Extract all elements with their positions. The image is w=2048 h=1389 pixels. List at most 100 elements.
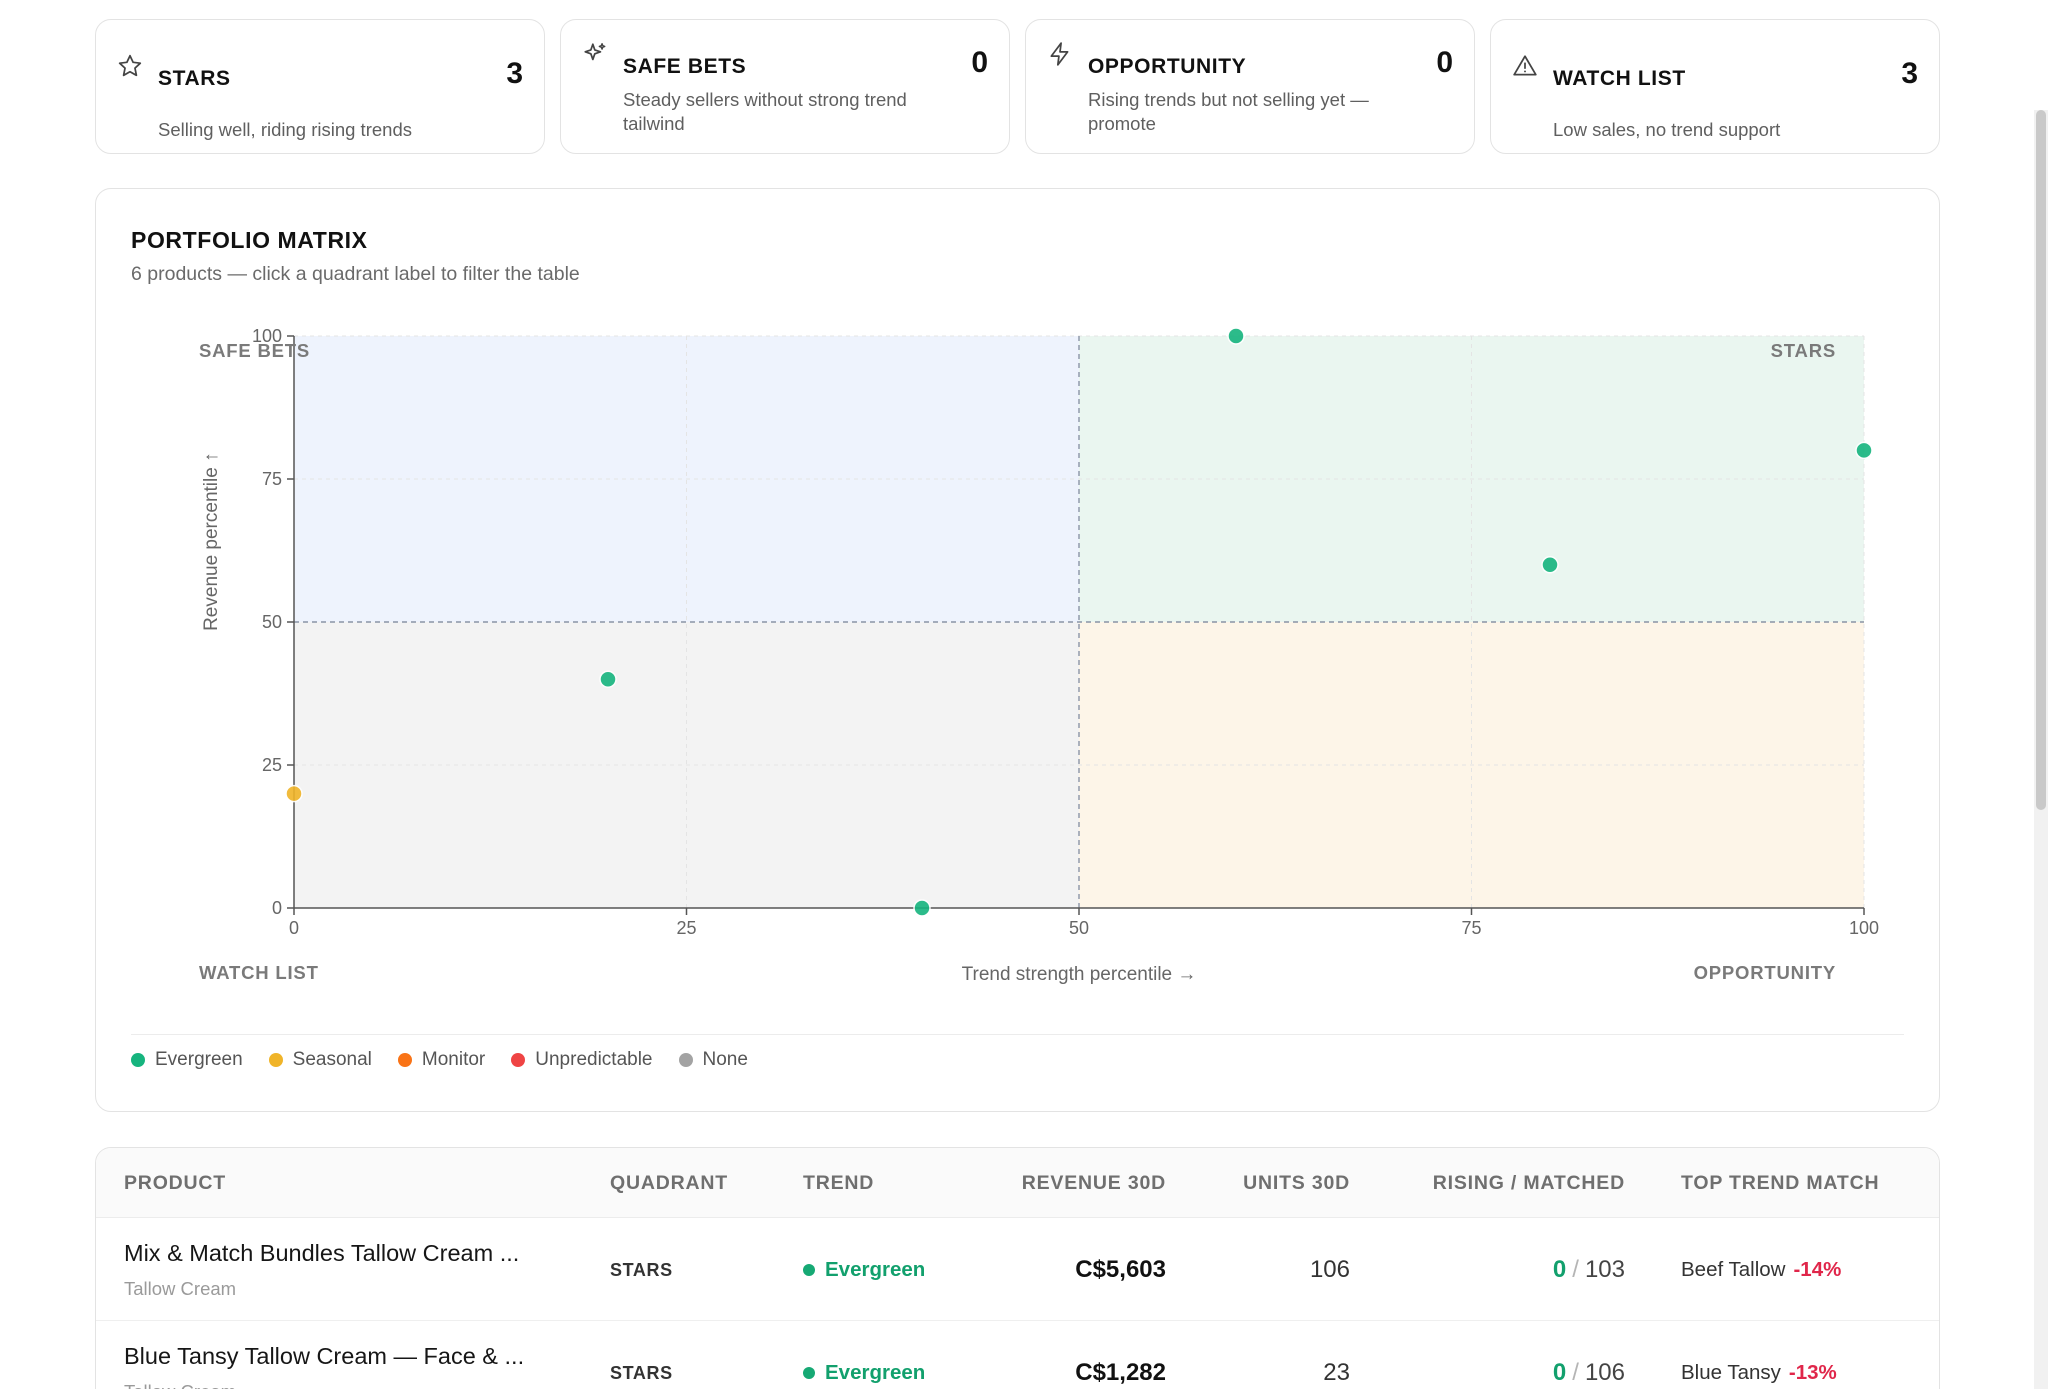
y-tick-label: 75 bbox=[262, 469, 282, 489]
trend-legend: Evergreen Seasonal Monitor Unpredictable Non… bbox=[131, 1049, 748, 1071]
x-axis-label: Trend strength percentile → bbox=[962, 964, 1197, 985]
kpi-card-opportunity[interactable]: OPPORTUNITY Rising trends but not sellin… bbox=[1025, 19, 1475, 154]
x-tick-label: 100 bbox=[1849, 918, 1879, 938]
y-tick-label: 25 bbox=[262, 755, 282, 775]
legend-dot bbox=[397, 1053, 412, 1067]
rising-matched: 0/103 bbox=[1553, 1256, 1625, 1284]
data-point[interactable] bbox=[913, 899, 931, 917]
y-tick-label: 50 bbox=[262, 612, 282, 632]
quadrant-label-stars[interactable]: STARS bbox=[1771, 340, 1836, 361]
column-header-units[interactable]: UNITS 30D bbox=[1243, 1172, 1350, 1195]
quadrant-label: STARS bbox=[610, 1363, 673, 1383]
warning-icon bbox=[1513, 55, 1537, 76]
kpi-card-stars[interactable]: STARS Selling well, riding rising trends… bbox=[95, 19, 545, 154]
revenue-30d: C$5,603 bbox=[1075, 1256, 1166, 1283]
matched-count: 103 bbox=[1584, 1256, 1625, 1283]
legend-item[interactable]: Evergreen bbox=[131, 1049, 243, 1071]
legend-item[interactable]: Seasonal bbox=[268, 1049, 372, 1071]
rising-matched: 0/106 bbox=[1553, 1359, 1625, 1387]
legend-item[interactable]: Unpredictable bbox=[511, 1049, 653, 1071]
star-icon bbox=[118, 54, 142, 77]
page-scrollbar[interactable] bbox=[2034, 110, 2048, 1389]
quadrant-label: STARS bbox=[610, 1260, 673, 1280]
table-row[interactable]: Mix & Match Bundles Tallow Cream ... Tal… bbox=[96, 1218, 1939, 1321]
product-category: Tallow Cream bbox=[124, 1278, 237, 1299]
kpi-count: 0 bbox=[971, 46, 988, 79]
units-30d: 23 bbox=[1323, 1359, 1350, 1386]
kpi-title: WATCH LIST bbox=[1553, 67, 1686, 90]
kpi-description: Selling well, riding rising trends bbox=[158, 119, 412, 140]
column-header-top-trend-match[interactable]: TOP TREND MATCH bbox=[1681, 1172, 1879, 1195]
column-header-product[interactable]: PRODUCT bbox=[124, 1172, 226, 1195]
column-header-revenue[interactable]: REVENUE 30D bbox=[1022, 1172, 1166, 1195]
kpi-count: 3 bbox=[1901, 57, 1918, 90]
column-header-rising-matched[interactable]: RISING / MATCHED bbox=[1433, 1172, 1625, 1195]
kpi-description: Rising trends but not selling yet — prom… bbox=[1088, 89, 1369, 134]
trend-dot bbox=[803, 1367, 815, 1379]
top-trend-match: Blue Tansy -13% bbox=[1681, 1361, 1837, 1385]
data-point[interactable] bbox=[1227, 327, 1245, 345]
kpi-description: Low sales, no trend support bbox=[1553, 119, 1781, 140]
quadrant-summary-cards: STARS Selling well, riding rising trends… bbox=[95, 19, 1940, 154]
scrollbar-thumb[interactable] bbox=[2036, 110, 2046, 810]
legend-label: Unpredictable bbox=[535, 1049, 653, 1070]
trend-label: Evergreen bbox=[825, 1361, 926, 1384]
trend-dot bbox=[803, 1264, 815, 1276]
data-point[interactable] bbox=[285, 784, 303, 803]
matched-count: 106 bbox=[1584, 1359, 1625, 1386]
quadrant-label-safe-bets[interactable]: SAFE BETS bbox=[199, 340, 310, 361]
kpi-card-watch-list[interactable]: WATCH LIST Low sales, no trend support 3 bbox=[1490, 19, 1940, 154]
match-change: -13% bbox=[1788, 1361, 1837, 1384]
x-tick-label: 0 bbox=[289, 918, 299, 938]
product-name[interactable]: Mix & Match Bundles Tallow Cream ... bbox=[124, 1240, 519, 1267]
trend-status: Evergreen bbox=[803, 1361, 925, 1385]
table-row[interactable]: Blue Tansy Tallow Cream — Face & ... Tal… bbox=[96, 1321, 1939, 1389]
legend-divider bbox=[131, 1034, 1904, 1035]
legend-label: Evergreen bbox=[155, 1049, 243, 1070]
y-axis-label: Revenue percentile ↑ bbox=[201, 452, 222, 630]
kpi-description: Steady sellers without strong trend tail… bbox=[623, 89, 907, 134]
x-tick-label: 50 bbox=[1069, 918, 1089, 938]
y-tick-label: 0 bbox=[272, 898, 282, 918]
legend-dot bbox=[268, 1053, 283, 1067]
product-name[interactable]: Blue Tansy Tallow Cream — Face & ... bbox=[124, 1343, 524, 1370]
kpi-card-safe-bets[interactable]: SAFE BETS Steady sellers without strong … bbox=[560, 19, 1010, 154]
legend-label: None bbox=[702, 1049, 748, 1070]
quadrant-label-opportunity[interactable]: OPPORTUNITY bbox=[1694, 962, 1836, 983]
portfolio-matrix-card: PORTFOLIO MATRIX 6 products — click a qu… bbox=[95, 188, 1940, 1112]
rising-count: 0 bbox=[1552, 1359, 1567, 1386]
legend-item[interactable]: Monitor bbox=[397, 1049, 486, 1071]
kpi-count: 0 bbox=[1436, 46, 1453, 79]
column-header-trend[interactable]: TREND bbox=[803, 1172, 874, 1195]
units-30d: 106 bbox=[1309, 1256, 1350, 1283]
revenue-30d: C$1,282 bbox=[1075, 1359, 1166, 1386]
data-point[interactable] bbox=[599, 670, 617, 688]
rising-separator: / bbox=[1572, 1256, 1579, 1283]
kpi-title: SAFE BETS bbox=[623, 55, 747, 78]
x-tick-label: 25 bbox=[676, 918, 696, 938]
rising-count: 0 bbox=[1552, 1256, 1567, 1283]
legend-label: Seasonal bbox=[292, 1049, 372, 1070]
legend-label: Monitor bbox=[421, 1049, 486, 1070]
product-table: PRODUCT QUADRANT TREND REVENUE 30D UNITS… bbox=[95, 1147, 1940, 1389]
kpi-count: 3 bbox=[506, 57, 523, 90]
top-trend-match: Beef Tallow -14% bbox=[1681, 1258, 1841, 1282]
bolt-icon bbox=[1050, 42, 1069, 66]
data-point[interactable] bbox=[1855, 441, 1873, 460]
match-name: Blue Tansy bbox=[1681, 1361, 1781, 1384]
sparkle-icon bbox=[584, 43, 606, 61]
quadrant-label-watch-list[interactable]: WATCH LIST bbox=[199, 962, 319, 983]
data-point[interactable] bbox=[1541, 556, 1559, 574]
table-header: PRODUCT QUADRANT TREND REVENUE 30D UNITS… bbox=[96, 1148, 1939, 1218]
legend-dot bbox=[131, 1053, 145, 1067]
kpi-title: OPPORTUNITY bbox=[1088, 55, 1247, 78]
x-tick-label: 75 bbox=[1461, 918, 1481, 938]
column-header-quadrant[interactable]: QUADRANT bbox=[610, 1172, 728, 1195]
kpi-title: STARS bbox=[158, 67, 231, 90]
rising-separator: / bbox=[1572, 1359, 1579, 1386]
legend-item[interactable]: None bbox=[678, 1049, 748, 1071]
match-name: Beef Tallow bbox=[1681, 1258, 1786, 1281]
legend-dot bbox=[678, 1053, 693, 1067]
trend-status: Evergreen bbox=[803, 1258, 925, 1282]
legend-dot bbox=[511, 1053, 526, 1067]
